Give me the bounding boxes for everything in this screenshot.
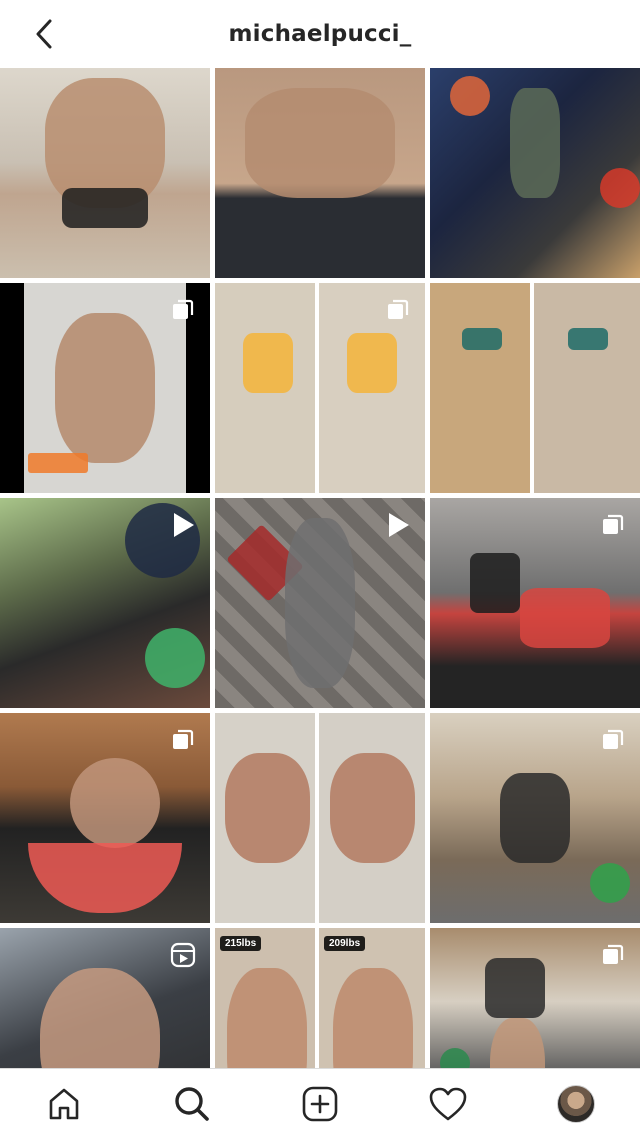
post-thumbnail[interactable]	[0, 928, 210, 1068]
post-thumbnail[interactable]	[0, 713, 210, 923]
activity-heart-icon	[429, 1087, 467, 1120]
bottom-tab-bar	[0, 1068, 640, 1138]
post-thumbnail[interactable]	[215, 498, 425, 708]
home-icon	[49, 1088, 79, 1119]
profile-avatar	[557, 1084, 595, 1123]
post-thumbnail[interactable]	[0, 68, 210, 278]
back-button[interactable]	[24, 14, 64, 54]
post-thumbnail[interactable]	[215, 68, 425, 278]
post-thumbnail[interactable]	[430, 283, 640, 493]
profile-username-title: michaelpucci_	[228, 21, 412, 47]
search-icon	[175, 1086, 209, 1121]
post-thumbnail[interactable]: 215lbs 209lbs	[215, 928, 425, 1068]
chevron-left-icon	[36, 19, 52, 49]
carousel-icon	[385, 297, 411, 323]
profile-header: michaelpucci_	[0, 0, 640, 68]
tab-new-post[interactable]	[292, 1076, 348, 1132]
weight-badge: 215lbs	[220, 936, 262, 951]
carousel-icon	[600, 512, 626, 538]
post-thumbnail[interactable]	[215, 283, 425, 493]
tab-search[interactable]	[164, 1076, 220, 1132]
carousel-icon	[170, 297, 196, 323]
post-thumbnail[interactable]	[0, 498, 210, 708]
play-icon	[385, 512, 411, 538]
tab-profile[interactable]	[548, 1076, 604, 1132]
weight-badge: 209lbs	[324, 936, 366, 951]
tab-home[interactable]	[36, 1076, 92, 1132]
posts-grid: 215lbs 209lbs	[0, 68, 640, 1068]
carousel-icon	[600, 942, 626, 968]
tab-activity[interactable]	[420, 1076, 476, 1132]
carousel-icon	[600, 727, 626, 753]
play-icon	[170, 512, 196, 538]
post-thumbnail[interactable]	[0, 283, 210, 493]
new-post-icon	[302, 1086, 338, 1121]
post-thumbnail[interactable]	[430, 713, 640, 923]
post-thumbnail[interactable]	[430, 928, 640, 1068]
post-thumbnail[interactable]	[430, 498, 640, 708]
post-thumbnail[interactable]	[430, 68, 640, 278]
post-thumbnail[interactable]	[215, 713, 425, 923]
reels-icon	[170, 942, 196, 968]
carousel-icon	[170, 727, 196, 753]
